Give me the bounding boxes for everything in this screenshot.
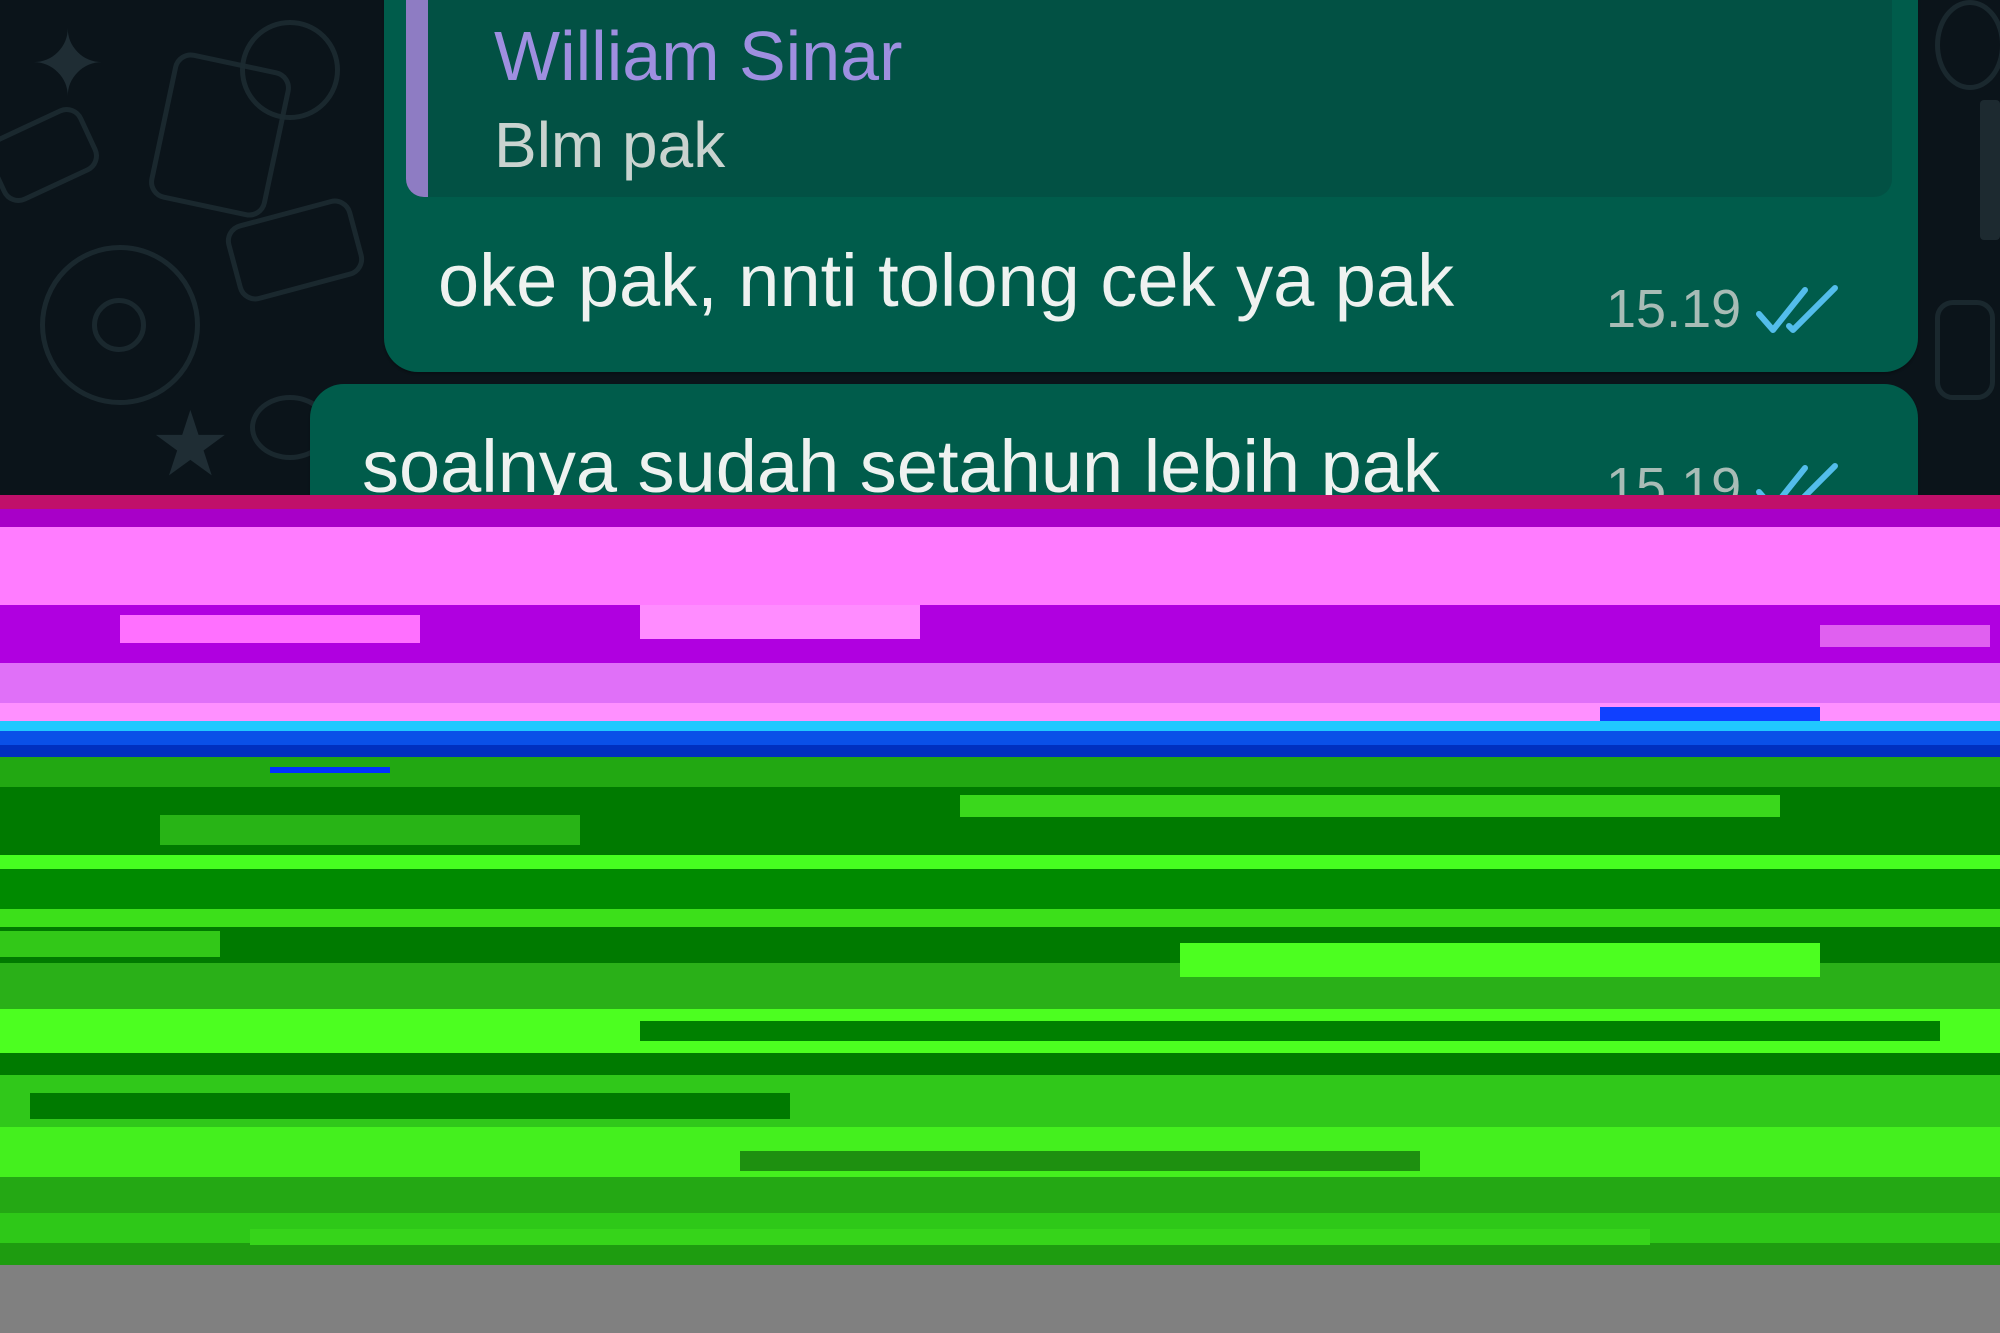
compass-doodle-icon [92,298,146,352]
corruption-fragment [960,795,1780,817]
message-meta: 15.19 [1606,456,1841,495]
corruption-band [0,745,2000,757]
corruption-fragment [640,605,920,639]
chair-doodle-icon [1935,300,1995,400]
corruption-fragment [250,1229,1650,1245]
quoted-author-name: William Sinar [494,17,903,95]
corruption-fragment [120,615,420,643]
star-doodle-icon: ★ [150,395,231,495]
corruption-fragment [1600,707,1820,721]
screenshot: ✦ ★ William Sinar Blm pak oke pak, nnti … [0,0,2000,1333]
message-meta: 15.19 [1606,278,1841,340]
quoted-reply[interactable]: William Sinar Blm pak [406,0,1892,197]
lemon-doodle-icon [240,20,340,120]
corruption-fragment [30,1093,790,1119]
chat-conversation[interactable]: ✦ ★ William Sinar Blm pak oke pak, nnti … [0,0,2000,495]
outgoing-message-bubble[interactable]: soalnya sudah setahun lebih pak 15.19 [310,384,1918,495]
corruption-band [0,1053,2000,1075]
double-check-read-icon [1756,463,1839,495]
sparkle-doodle-icon: ✦ [30,15,106,115]
corruption-band [0,869,2000,909]
corruption-band [0,495,2000,509]
corruption-band [0,1243,2000,1265]
quote-accent-bar [406,0,428,197]
corruption-fragment [740,1151,1420,1171]
corruption-fragment [160,815,580,845]
balloon-doodle-icon [1935,0,2000,90]
corruption-band [0,909,2000,927]
corruption-band [0,509,2000,527]
corruption-fragment [0,931,220,957]
corruption-band [0,527,2000,605]
message-time: 15.19 [1606,279,1742,339]
corruption-fragment [1180,943,1820,977]
quoted-message-text: Blm pak [494,109,726,181]
corruption-fragment [1820,625,1990,647]
scrollbar-thumb[interactable] [1980,100,2000,240]
blank-grey-region [0,1265,2000,1333]
image-corruption-area [0,495,2000,1265]
corruption-fragment [640,1021,1940,1041]
corruption-band [0,663,2000,703]
message-text: soalnya sudah setahun lebih pak [362,425,1440,495]
message-time: 15.19 [1606,457,1742,495]
corruption-fragment [270,767,390,773]
double-check-read-icon [1756,285,1839,333]
corruption-band [0,855,2000,869]
corruption-band [0,731,2000,745]
outgoing-message-bubble[interactable]: William Sinar Blm pak oke pak, nnti tolo… [384,0,1918,372]
corruption-band [0,721,2000,731]
message-text: oke pak, nnti tolong cek ya pak [438,239,1455,322]
corruption-band [0,1177,2000,1213]
ticket-doodle-icon [0,101,105,209]
